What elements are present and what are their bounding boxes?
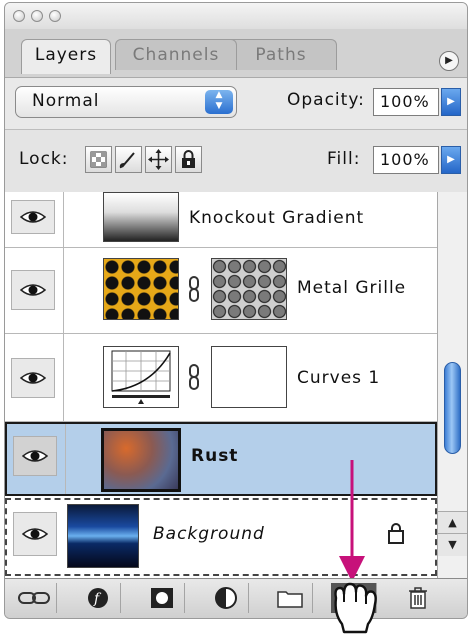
blend-toolbar: Normal ▲ ▼ Opacity: 100% ▶	[5, 77, 467, 130]
link-layers-icon[interactable]	[11, 583, 57, 613]
layers-panel: Paths Channels Layers ▶ Normal ▲ ▼ Opacit…	[4, 2, 468, 619]
layer-row-metal-grille[interactable]: Metal Grille	[5, 248, 437, 334]
visibility-eye-icon[interactable]	[11, 200, 55, 234]
layer-name: Rust	[191, 446, 239, 466]
layer-row-rust[interactable]: Rust	[5, 422, 437, 496]
layer-thumbnail	[103, 258, 179, 320]
layer-locked-icon	[388, 523, 404, 544]
title-bar	[5, 3, 467, 29]
layer-name: Curves 1	[297, 368, 381, 388]
layer-thumbnail	[67, 504, 139, 568]
visibility-eye-icon[interactable]	[13, 436, 57, 476]
layer-row-background[interactable]: Background	[5, 498, 437, 576]
opacity-label: Opacity:	[287, 90, 365, 110]
curves-adjustment-icon	[103, 346, 179, 408]
lock-toolbar: Lock: Fill: 100% ▶	[5, 129, 467, 193]
layer-style-icon[interactable]: f	[75, 583, 121, 613]
layer-name: Knockout Gradient	[189, 208, 365, 228]
new-group-icon[interactable]	[267, 583, 313, 613]
layer-thumbnail	[101, 428, 181, 492]
adjustment-layer-icon[interactable]	[203, 583, 249, 613]
drag-arrow-indicator	[339, 460, 365, 582]
panel-bottom-bar: f	[5, 578, 467, 618]
lock-label: Lock:	[19, 149, 69, 169]
visibility-eye-icon[interactable]	[11, 270, 55, 310]
tab-channels[interactable]: Channels	[115, 39, 237, 70]
scroll-down-arrow[interactable]: ▼	[438, 533, 467, 556]
tab-paths[interactable]: Paths	[225, 39, 337, 70]
visibility-eye-icon[interactable]	[13, 512, 57, 556]
fill-slider-button[interactable]: ▶	[441, 146, 461, 174]
lock-position-icon[interactable]	[145, 146, 172, 173]
layer-mask-thumbnail	[211, 258, 287, 320]
blend-mode-select[interactable]: Normal ▲ ▼	[15, 86, 237, 118]
panel-tabs: Paths Channels Layers ▶	[5, 29, 467, 77]
lock-transparent-pixels-icon[interactable]	[85, 146, 112, 173]
select-arrows-icon: ▲ ▼	[205, 90, 233, 114]
link-chain-icon	[189, 364, 199, 390]
visibility-eye-icon[interactable]	[11, 358, 55, 398]
minimize-window-button[interactable]	[31, 10, 43, 22]
add-mask-icon[interactable]	[139, 583, 185, 613]
layers-list: Knockout Gradient Metal Grille Curves 1 …	[5, 192, 437, 582]
layer-name: Background	[153, 524, 265, 544]
scroll-up-arrow[interactable]: ▲	[438, 511, 467, 534]
lock-all-icon[interactable]	[175, 146, 202, 173]
fill-label: Fill:	[327, 149, 361, 169]
opacity-slider-button[interactable]: ▶	[441, 88, 461, 116]
trash-icon[interactable]	[395, 583, 441, 613]
lock-image-pixels-icon[interactable]	[115, 146, 142, 173]
layer-thumbnail	[103, 192, 179, 242]
zoom-window-button[interactable]	[49, 10, 61, 22]
blend-mode-value: Normal	[32, 91, 100, 111]
layer-name: Metal Grille	[297, 278, 407, 298]
layer-row-curves-1[interactable]: Curves 1	[5, 334, 437, 422]
tab-layers[interactable]: Layers	[21, 39, 111, 74]
grab-hand-cursor-icon	[334, 582, 377, 634]
opacity-field[interactable]: 100%	[373, 88, 439, 116]
link-chain-icon	[189, 276, 199, 302]
fill-field[interactable]: 100%	[373, 146, 439, 174]
scrollbar-thumb[interactable]	[444, 362, 461, 454]
layers-scrollbar[interactable]: ▲ ▼	[437, 192, 467, 578]
layer-mask-thumbnail	[211, 346, 287, 408]
close-window-button[interactable]	[13, 10, 25, 22]
panel-menu-button[interactable]: ▶	[439, 51, 459, 71]
layer-row-knockout-gradient[interactable]: Knockout Gradient	[5, 192, 437, 248]
